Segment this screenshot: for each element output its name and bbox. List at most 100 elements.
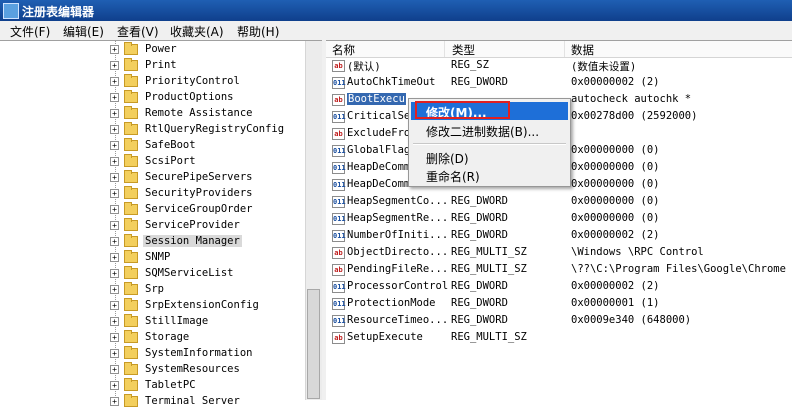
binary-value-icon: 011 (332, 230, 346, 242)
value-data: 0x00000002 (2) (571, 229, 660, 241)
value-row[interactable]: 011 AutoChkTimeOut REG_DWORD 0x00000002 (2) (326, 75, 792, 92)
menu-view[interactable]: 查看(V) (117, 23, 159, 40)
expand-icon[interactable]: + (110, 189, 119, 198)
value-row[interactable]: ab PendingFileRe... REG_MULTI_SZ \??\C:\Pro… (326, 262, 792, 279)
folder-icon (124, 202, 138, 215)
value-row[interactable]: 011 ProtectionMode REG_DWORD 0x00000001 (1) (326, 296, 792, 313)
tree-node-label: StillImage (145, 315, 209, 327)
menu-item-rename[interactable]: 重命名(R) (411, 166, 568, 184)
tree-scrollbar[interactable] (305, 41, 322, 400)
expand-icon[interactable]: + (110, 365, 119, 374)
tree-node-label: ProductOptions (145, 91, 234, 103)
tree-node-label: SafeBoot (145, 139, 196, 151)
expand-icon[interactable]: + (110, 301, 119, 310)
expand-icon[interactable]: + (110, 397, 119, 406)
expand-icon[interactable]: + (110, 253, 119, 262)
value-row[interactable]: ab (默认) REG_SZ (数值未设置) (326, 58, 792, 75)
folder-icon (124, 298, 138, 311)
folder-icon (124, 330, 138, 343)
menu-help[interactable]: 帮助(H) (237, 23, 279, 40)
string-value-icon: ab (332, 264, 345, 276)
value-data: 0x00000002 (2) (571, 76, 660, 88)
value-row[interactable]: 011 NumberOfIniti... REG_DWORD 0x00000002 (… (326, 228, 792, 245)
value-name: BootExecu (347, 93, 406, 105)
value-row[interactable]: ab SetupExecute REG_MULTI_SZ (326, 330, 792, 347)
expand-icon[interactable]: + (110, 349, 119, 358)
value-row[interactable]: 011 ProcessorControl REG_DWORD 0x00000002 (… (326, 279, 792, 296)
value-row[interactable]: 011 HeapSegmentRe... REG_DWORD 0x00000000 (… (326, 211, 792, 228)
tree-node-label: SystemResources (145, 363, 240, 375)
tree-node-label: ServiceProvider (145, 219, 240, 231)
folder-icon (124, 250, 138, 263)
column-divider[interactable] (564, 41, 565, 57)
value-row[interactable]: 011 ResourceTimeo... REG_DWORD 0x0009e340 (… (326, 313, 792, 330)
expand-icon[interactable]: + (110, 61, 119, 70)
menu-favorites[interactable]: 收藏夹(A) (170, 23, 224, 40)
value-type: REG_DWORD (451, 195, 508, 207)
folder-icon (124, 74, 138, 87)
value-name: SetupExecute (347, 331, 423, 343)
value-data: \Windows \RPC Control (571, 246, 704, 258)
expand-icon[interactable]: + (110, 317, 119, 326)
value-name: GlobalFlag (347, 144, 411, 156)
value-data: 0x00000000 (0) (571, 212, 660, 224)
expand-icon[interactable]: + (110, 77, 119, 86)
value-type: REG_MULTI_SZ (451, 331, 527, 343)
folder-icon (124, 170, 138, 183)
expand-icon[interactable]: + (110, 237, 119, 246)
expand-icon[interactable]: + (110, 381, 119, 390)
binary-value-icon: 011 (332, 213, 346, 225)
title-bar: 注册表编辑器 (0, 0, 792, 21)
menu-file[interactable]: 文件(F) (10, 23, 50, 40)
expand-icon[interactable]: + (110, 221, 119, 230)
value-name: ProtectionMode (347, 297, 436, 309)
folder-icon (124, 378, 138, 391)
tree-node-label: TabletPC (145, 379, 196, 391)
folder-icon (124, 218, 138, 231)
value-data: 0x00000000 (0) (571, 161, 660, 173)
value-data: (数值未设置) (571, 61, 637, 73)
tree-node-label: Storage (145, 331, 190, 343)
folder-icon (124, 394, 138, 407)
registry-editor-icon (3, 3, 19, 19)
expand-icon[interactable]: + (110, 333, 119, 342)
expand-icon[interactable]: + (110, 109, 119, 118)
tree-node-label: SecurityProviders (145, 187, 253, 199)
tree-node-label: SystemInformation (145, 347, 253, 359)
menu-item-label: 重命名(R) (426, 170, 480, 184)
binary-value-icon: 011 (332, 196, 346, 208)
value-data: 0x00000001 (1) (571, 297, 660, 309)
value-row[interactable]: ab ObjectDirecto... REG_MULTI_SZ \Windows \… (326, 245, 792, 262)
expand-icon[interactable]: + (110, 173, 119, 182)
expand-icon[interactable]: + (110, 125, 119, 134)
value-data: 0x00000000 (0) (571, 178, 660, 190)
tree-node-label: SQMServiceList (145, 267, 234, 279)
expand-icon[interactable]: + (110, 285, 119, 294)
value-name: ObjectDirecto... (347, 246, 449, 258)
folder-icon (124, 266, 138, 279)
tree-node-label: Terminal Server (145, 395, 240, 407)
column-header-name[interactable]: 名称 (332, 42, 355, 58)
menu-item-label: 修改二进制数据(B)... (426, 125, 540, 139)
value-type: REG_MULTI_SZ (451, 263, 527, 275)
expand-icon[interactable]: + (110, 141, 119, 150)
expand-icon[interactable]: + (110, 269, 119, 278)
string-value-icon: ab (332, 128, 345, 140)
expand-icon[interactable]: + (110, 45, 119, 54)
column-divider[interactable] (444, 41, 445, 57)
tree-scroll-thumb[interactable] (307, 289, 320, 399)
value-type: REG_DWORD (451, 314, 508, 326)
expand-icon[interactable]: + (110, 205, 119, 214)
value-name: HeapSegmentCo... (347, 195, 449, 207)
menu-item-delete[interactable]: 删除(D) (411, 148, 568, 166)
binary-value-icon: 011 (332, 111, 346, 123)
binary-value-icon: 011 (332, 145, 346, 157)
expand-icon[interactable]: + (110, 157, 119, 166)
menu-edit[interactable]: 编辑(E) (63, 23, 104, 40)
column-header-type[interactable]: 类型 (452, 42, 475, 58)
column-header-data[interactable]: 数据 (571, 42, 594, 58)
value-row[interactable]: 011 HeapSegmentCo... REG_DWORD 0x00000000 (… (326, 194, 792, 211)
value-type: REG_DWORD (451, 297, 508, 309)
expand-icon[interactable]: + (110, 93, 119, 102)
menu-item-modify-binary[interactable]: 修改二进制数据(B)... (411, 121, 568, 139)
